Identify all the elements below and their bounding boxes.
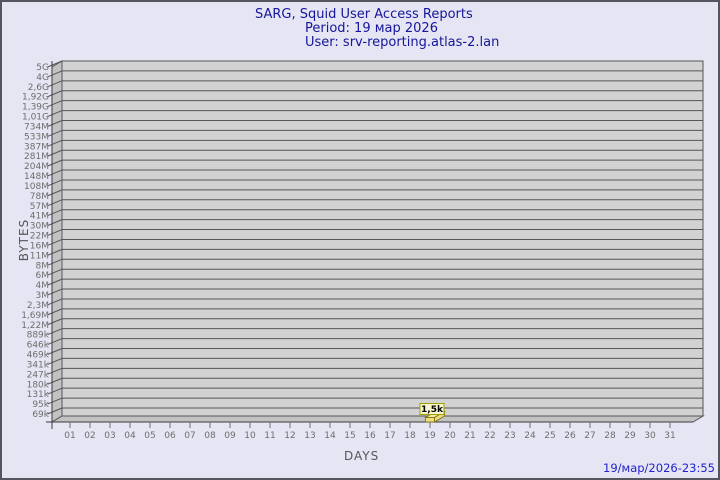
x-axis-title: DAYS bbox=[344, 449, 380, 463]
y-tick-label: 533M bbox=[24, 132, 49, 142]
x-tick-label: 27 bbox=[584, 431, 595, 441]
y-tick-label: 281M bbox=[24, 152, 49, 162]
y-tick-label: 2,6G bbox=[28, 83, 49, 93]
y-tick-label: 1,92G bbox=[22, 93, 49, 103]
y-tick-label: 95k bbox=[32, 400, 49, 410]
y-tick-label: 30M bbox=[30, 222, 49, 232]
x-tick-label: 25 bbox=[544, 431, 555, 441]
y-tick-label: 69k bbox=[32, 410, 49, 420]
y-axis-title: BYTES bbox=[17, 218, 31, 262]
x-tick-label: 16 bbox=[364, 431, 376, 441]
y-tick-label: 247k bbox=[27, 370, 50, 380]
y-tick-label: 6M bbox=[36, 271, 50, 281]
x-tick-label: 01 bbox=[64, 431, 75, 441]
x-tick-label: 17 bbox=[384, 431, 395, 441]
y-tick-label: 387M bbox=[24, 142, 49, 152]
y-tick-label: 4M bbox=[36, 281, 50, 291]
y-tick-label: 22M bbox=[30, 232, 49, 242]
x-tick-label: 22 bbox=[484, 431, 495, 441]
x-tick-label: 23 bbox=[504, 431, 515, 441]
x-tick-label: 19 bbox=[424, 431, 436, 441]
x-tick-label: 03 bbox=[104, 431, 115, 441]
y-tick-label: 734M bbox=[24, 122, 49, 132]
y-tick-label: 646k bbox=[27, 341, 50, 351]
x-tick-label: 10 bbox=[244, 431, 256, 441]
x-tick-label: 30 bbox=[644, 431, 656, 441]
y-tick-label: 2,3M bbox=[27, 301, 49, 311]
y-tick-label: 3M bbox=[36, 291, 50, 301]
bar-value-label: 1,5k bbox=[421, 405, 444, 415]
chart-plot-area bbox=[61, 60, 704, 417]
y-tick-label: 1,01G bbox=[22, 113, 49, 123]
y-tick-label: 1,22M bbox=[21, 321, 49, 331]
y-tick-label: 11M bbox=[30, 251, 49, 261]
y-tick-label: 8M bbox=[36, 261, 50, 271]
y-tick-label: 469k bbox=[27, 351, 50, 361]
chart-floor bbox=[50, 415, 705, 423]
y-tick-label: 204M bbox=[24, 162, 49, 172]
x-tick-label: 24 bbox=[524, 431, 536, 441]
y-tick-label: 1,39G bbox=[22, 103, 49, 113]
chart-bar bbox=[425, 417, 435, 423]
x-tick-label: 05 bbox=[144, 431, 155, 441]
y-tick-label: 1,69M bbox=[21, 311, 49, 321]
x-tick-label: 20 bbox=[444, 431, 456, 441]
x-tick-label: 13 bbox=[304, 431, 315, 441]
x-tick-label: 26 bbox=[564, 431, 576, 441]
x-tick-label: 28 bbox=[604, 431, 616, 441]
report-timestamp: 19/мар/2026-23:55 bbox=[603, 461, 715, 475]
x-tick-label: 11 bbox=[264, 431, 275, 441]
x-tick-label: 15 bbox=[344, 431, 355, 441]
y-tick-label: 16M bbox=[30, 241, 49, 251]
y-tick-label: 41M bbox=[30, 212, 49, 222]
y-tick-label: 57M bbox=[30, 202, 49, 212]
x-tick-label: 09 bbox=[224, 431, 236, 441]
y-tick-label: 341k bbox=[27, 360, 50, 370]
y-tick-label: 148M bbox=[24, 172, 49, 182]
x-tick-label: 07 bbox=[184, 431, 195, 441]
x-tick-label: 21 bbox=[464, 431, 475, 441]
x-tick-label: 14 bbox=[324, 431, 336, 441]
x-tick-label: 06 bbox=[164, 431, 176, 441]
x-tick-label: 18 bbox=[404, 431, 416, 441]
y-tick-label: 78M bbox=[30, 192, 49, 202]
y-tick-label: 889k bbox=[27, 331, 50, 341]
y-tick-label: 5G bbox=[36, 63, 49, 73]
x-tick-label: 08 bbox=[204, 431, 216, 441]
x-tick-label: 02 bbox=[84, 431, 95, 441]
x-tick-label: 12 bbox=[284, 431, 295, 441]
x-tick-label: 04 bbox=[124, 431, 136, 441]
sarg-report-image: SARG, Squid User Access Reports Period: … bbox=[0, 0, 720, 480]
bytes-per-day-chart: 5G4G2,6G1,92G1,39G1,01G734M533M387M281M2… bbox=[21, 60, 705, 441]
y-tick-label: 131k bbox=[27, 390, 50, 400]
y-tick-label: 180k bbox=[27, 380, 50, 390]
y-tick-label: 108M bbox=[24, 182, 49, 192]
x-tick-label: 31 bbox=[664, 431, 675, 441]
x-tick-label: 29 bbox=[624, 431, 636, 441]
y-tick-label: 4G bbox=[36, 73, 49, 83]
